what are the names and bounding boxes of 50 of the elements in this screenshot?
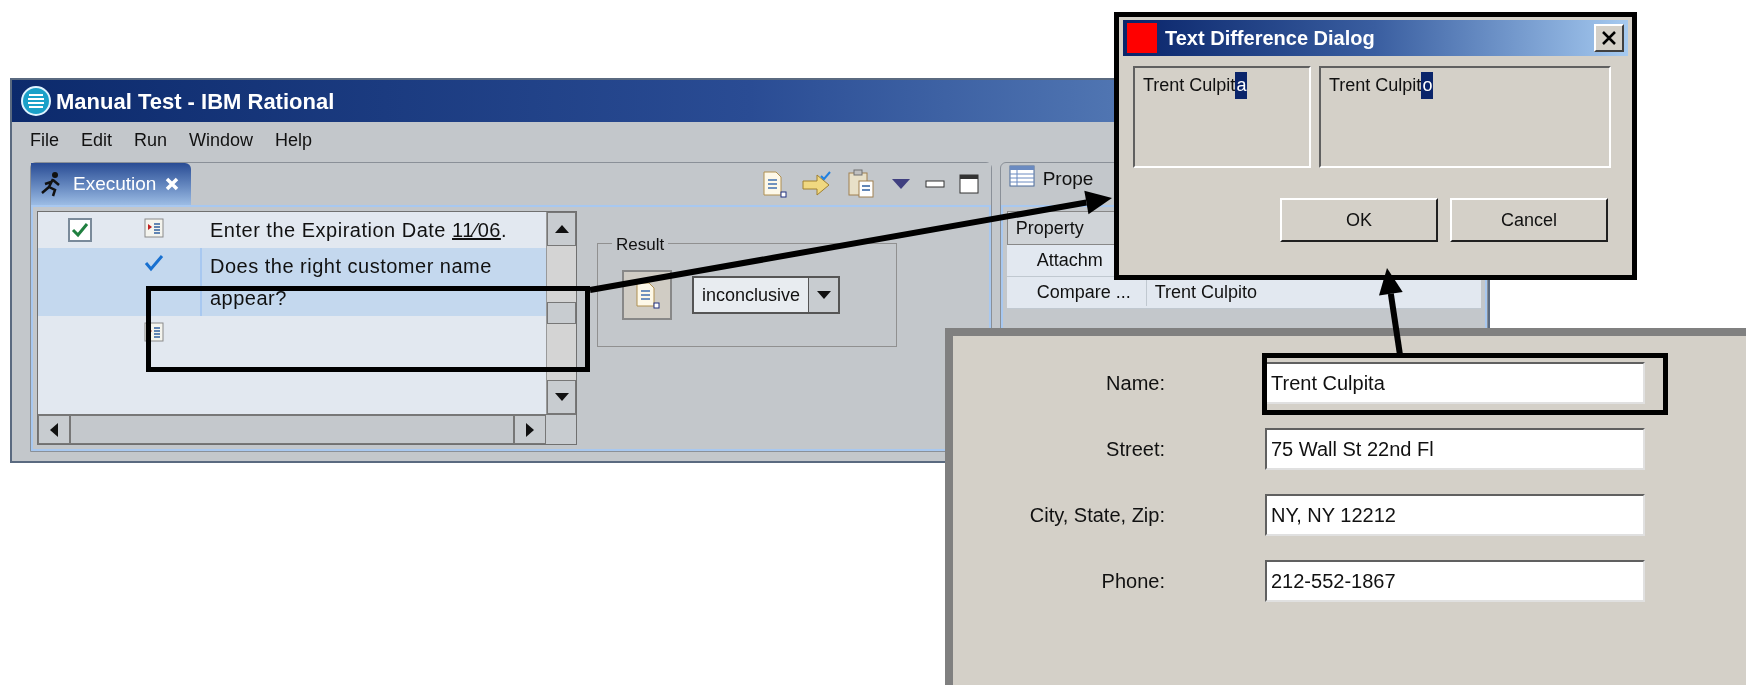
minimize-icon[interactable] — [924, 179, 945, 189]
text-field[interactable]: 212-552-1867 — [1265, 560, 1645, 602]
text-field[interactable]: NY, NY 12212 — [1265, 494, 1645, 536]
close-icon[interactable] — [164, 176, 181, 192]
menu-item[interactable]: Help — [275, 126, 313, 154]
step-text: Enter the Expiration Date 11⁄06. — [210, 219, 507, 241]
window-title: Manual Test - IBM Rational — [56, 87, 335, 116]
scroll-down-icon[interactable] — [554, 393, 569, 401]
properties-tab[interactable]: Prope — [1042, 165, 1094, 194]
field-label: City, State, Zip: — [1028, 503, 1165, 528]
clipboard-icon[interactable] — [846, 169, 877, 199]
menu-item[interactable]: Edit — [81, 126, 113, 154]
property-value: Trent Culpito — [1153, 281, 1258, 304]
document-icon — [634, 281, 660, 309]
execution-tab[interactable]: Execution — [31, 163, 191, 205]
text-field[interactable]: Trent Culpita — [1265, 362, 1645, 404]
outline-document-icon — [760, 170, 787, 198]
app-logo-icon — [20, 85, 52, 117]
step-icon — [144, 218, 164, 238]
step-row[interactable]: Does the right customer name appear? — [38, 248, 546, 316]
dialog-button[interactable]: OK — [1280, 198, 1438, 242]
table-icon — [1008, 165, 1035, 187]
menu-item[interactable]: Run — [134, 126, 168, 154]
tab-label: Execution — [73, 171, 157, 196]
step-text: Does the right customer name appear? — [210, 255, 492, 309]
scroll-right-icon[interactable] — [526, 422, 534, 437]
field-label: Street: — [1105, 437, 1165, 462]
close-icon — [1602, 31, 1616, 45]
scroll-left-icon[interactable] — [50, 422, 58, 437]
menu-item[interactable]: File — [30, 126, 59, 154]
checkbox[interactable] — [68, 218, 92, 242]
date-link[interactable]: 11⁄06 — [452, 219, 501, 241]
step-row[interactable]: Enter the Expiration Date 11⁄06. — [38, 212, 546, 248]
dialog-title: Text Difference Dialog — [1165, 26, 1375, 51]
field-label: Phone: — [1100, 569, 1165, 594]
caret-icon — [816, 291, 831, 299]
dialog-button[interactable]: Cancel — [1450, 198, 1608, 242]
dropdown-triangle-icon[interactable] — [890, 178, 911, 190]
horizontal-scrollbar[interactable] — [38, 414, 576, 444]
menu-item[interactable]: Window — [189, 126, 254, 154]
field-label: Name: — [1105, 371, 1165, 396]
scroll-up-icon[interactable] — [554, 225, 569, 233]
text-field[interactable]: 75 Wall St 22nd Fl — [1265, 428, 1645, 470]
app-icon — [1127, 23, 1157, 53]
close-button[interactable] — [1594, 24, 1624, 52]
result-dropdown[interactable]: inconclusive — [692, 276, 841, 314]
vertical-scrollbar[interactable] — [546, 212, 576, 414]
maximize-icon[interactable] — [958, 174, 979, 194]
scroll-thumb[interactable] — [547, 302, 576, 324]
arrow-check-icon[interactable] — [800, 171, 833, 197]
